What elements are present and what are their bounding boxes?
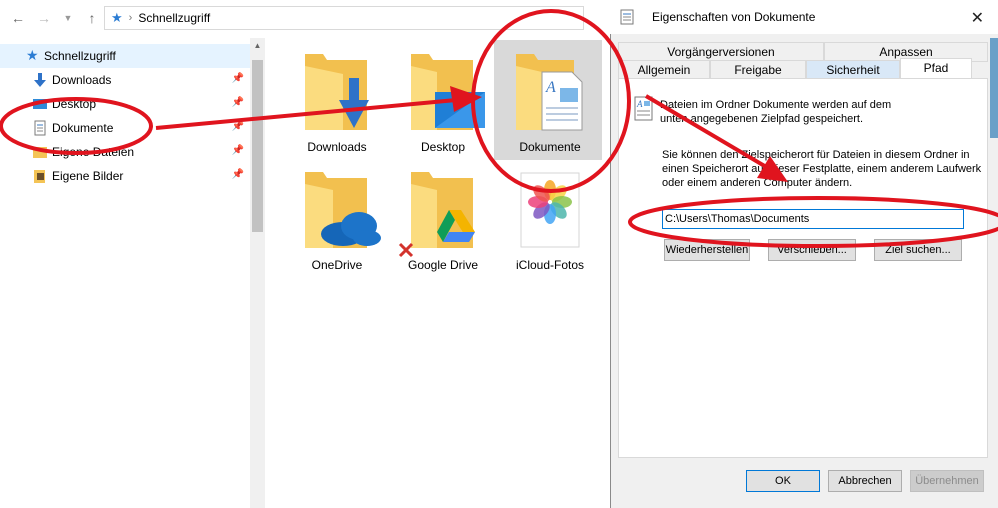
- sidebar-item-documents[interactable]: Dokumente 📌: [0, 116, 250, 140]
- downloads-folder-icon: [305, 54, 369, 130]
- sidebar-item-label: Downloads: [52, 73, 112, 87]
- tile-label: Dokumente: [519, 140, 581, 154]
- sidebar-item-desktop[interactable]: Desktop 📌: [0, 92, 250, 116]
- scroll-up-arrow-icon[interactable]: ▲: [250, 38, 265, 53]
- address-bar[interactable]: ★ › Schnellzugriff: [104, 6, 584, 30]
- tile-onedrive[interactable]: OneDrive: [287, 162, 387, 282]
- move-button[interactable]: Verschieben...: [768, 239, 856, 261]
- tab-vorgaengerversionen[interactable]: Vorgängerversionen: [618, 42, 824, 62]
- target-path-field[interactable]: [662, 209, 964, 229]
- pin-icon[interactable]: 📌: [232, 145, 244, 156]
- find-target-button[interactable]: Ziel suchen...: [874, 239, 962, 261]
- google-drive-folder-icon: [411, 172, 475, 248]
- tab-pfad[interactable]: Pfad: [900, 58, 972, 80]
- tab-panel-pfad: [618, 78, 988, 458]
- explorer-navbar: ← → ▼ ↑ ★ › Schnellzugriff: [0, 0, 612, 36]
- sidebar-item-label: Eigene Bilder: [52, 169, 124, 183]
- breadcrumb-chevron-icon: ›: [128, 12, 133, 24]
- sidebar-item-label: Desktop: [52, 97, 97, 111]
- desktop-folder-icon: [411, 54, 485, 130]
- tile-label: OneDrive: [311, 258, 363, 272]
- breadcrumb[interactable]: Schnellzugriff: [138, 11, 210, 25]
- description-line-3: oder einem anderen Computer ändern.: [662, 177, 853, 189]
- dialog-title: Eigenschaften von Dokumente: [652, 10, 816, 24]
- pictures-icon: [34, 170, 45, 183]
- cancel-button[interactable]: Abbrechen: [828, 470, 902, 492]
- up-arrow-icon[interactable]: ↑: [82, 8, 102, 28]
- tile-desktop[interactable]: Desktop: [393, 44, 493, 164]
- back-arrow-icon[interactable]: ←: [8, 8, 28, 28]
- onedrive-folder-icon: [305, 172, 381, 248]
- sidebar-item-label: Dokumente: [52, 121, 114, 135]
- description-line-2: einen Speicherort auf dieser Festplatte,…: [662, 163, 982, 175]
- sidebar-item-downloads[interactable]: Downloads 📌: [0, 68, 250, 92]
- document-icon: [34, 120, 46, 136]
- sidebar-scroll-thumb[interactable]: [252, 60, 263, 232]
- pin-icon[interactable]: 📌: [232, 169, 244, 180]
- tile-icloud-photos[interactable]: iCloud-Fotos: [500, 162, 600, 282]
- tile-documents[interactable]: A Dokumente: [500, 44, 600, 164]
- navigation-pane: ★ Schnellzugriff Downloads 📌 Desktop 📌 D…: [0, 38, 265, 508]
- pin-icon[interactable]: 📌: [232, 121, 244, 132]
- info-text-line-1: Dateien im Ordner Dokumente werden auf d…: [660, 99, 892, 111]
- recent-locations-chevron-icon[interactable]: ▼: [58, 8, 78, 28]
- forward-arrow-icon[interactable]: →: [34, 8, 54, 28]
- tile-label: Google Drive: [407, 258, 479, 272]
- dialog-document-icon: [620, 9, 634, 25]
- dialog-titlebar[interactable]: Eigenschaften von Dokumente ✕: [610, 0, 998, 34]
- tab-sicherheit[interactable]: Sicherheit: [806, 60, 900, 80]
- star-icon: ★: [26, 47, 39, 63]
- download-arrow-icon: [34, 73, 46, 87]
- desktop-icon: [33, 99, 47, 109]
- background-window-edge: [990, 38, 998, 138]
- folder-icon: [33, 147, 47, 158]
- description-line-1: Sie können den Zielspeicherort für Datei…: [662, 149, 970, 161]
- tile-label: Downloads: [307, 140, 367, 154]
- tile-google-drive[interactable]: Google Drive: [393, 162, 493, 282]
- close-icon[interactable]: ✕: [971, 8, 984, 28]
- sidebar-item-eigene-bilder[interactable]: Eigene Bilder 📌: [0, 164, 250, 188]
- sidebar-item-quick-access[interactable]: ★ Schnellzugriff: [0, 44, 250, 68]
- tile-label: Desktop: [420, 140, 466, 154]
- ok-button[interactable]: OK: [746, 470, 820, 492]
- pin-icon[interactable]: 📌: [232, 97, 244, 108]
- pin-icon[interactable]: 📌: [232, 73, 244, 84]
- panel-document-icon: A: [634, 96, 653, 121]
- info-text-line-2: unten angegebenen Zielpfad gespeichert.: [660, 113, 864, 125]
- svg-text:A: A: [636, 99, 643, 109]
- tile-label: iCloud-Fotos: [515, 258, 585, 272]
- tab-freigabe[interactable]: Freigabe: [710, 60, 806, 80]
- documents-folder-icon: A: [516, 54, 583, 131]
- tile-downloads[interactable]: Downloads: [287, 44, 387, 164]
- svg-text:A: A: [545, 79, 556, 96]
- restore-button[interactable]: Wiederherstellen: [664, 239, 750, 261]
- sidebar-item-eigene-dateien[interactable]: Eigene Dateien 📌: [0, 140, 250, 164]
- sidebar-header-label: Schnellzugriff: [44, 49, 116, 63]
- icloud-photos-icon: [520, 172, 580, 248]
- quick-access-star-icon: ★: [111, 10, 123, 25]
- sync-error-x-icon: [398, 242, 414, 258]
- apply-button[interactable]: Übernehmen: [910, 470, 984, 492]
- tab-allgemein[interactable]: Allgemein: [618, 60, 710, 80]
- sidebar-item-label: Eigene Dateien: [52, 145, 135, 159]
